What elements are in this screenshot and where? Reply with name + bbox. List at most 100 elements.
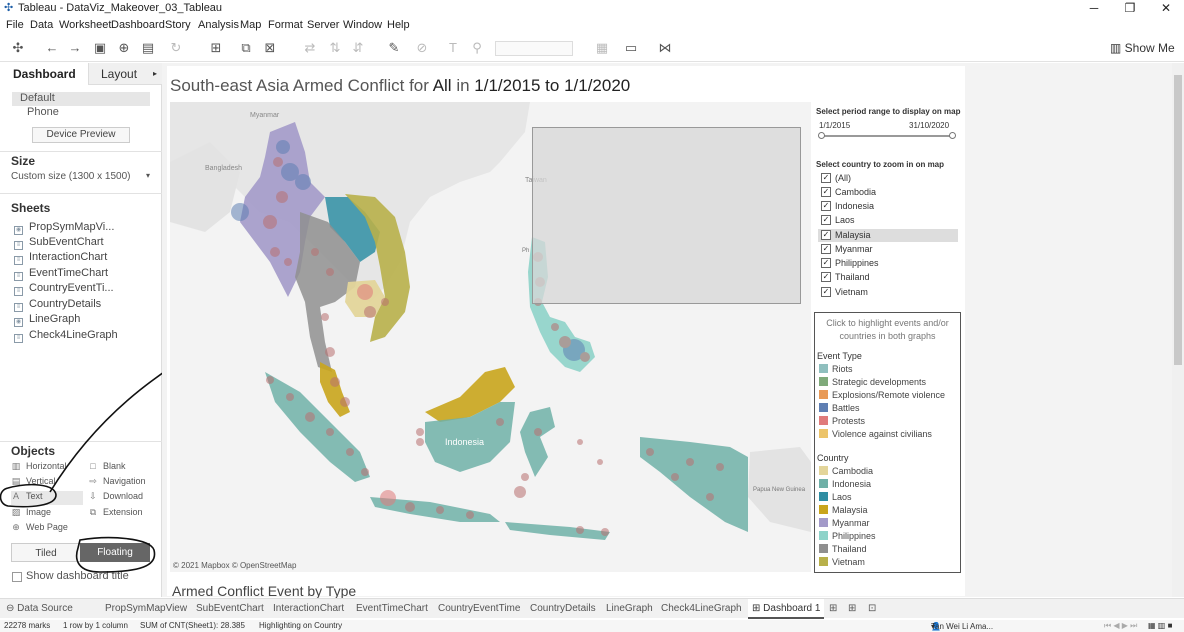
object-horizontal[interactable]: ▥ Horizontal [11, 461, 67, 475]
country-option[interactable]: ✓ Cambodia [818, 186, 958, 199]
save-icon[interactable]: ▣ [92, 40, 108, 56]
menu-map[interactable]: Map [240, 19, 261, 31]
country-option[interactable]: ✓ Vietnam [818, 286, 958, 299]
sheet-tab[interactable]: CountryEventTime [438, 599, 520, 619]
new-dashboard-tab-icon[interactable]: ⊞ [848, 599, 856, 619]
labels-icon[interactable]: T [445, 40, 461, 56]
country-option[interactable]: ✓ Philippines [818, 257, 958, 270]
size-dropdown[interactable]: Custom size (1300 x 1500) ▾ [11, 171, 152, 185]
view-toggle-icons[interactable]: ▦ ▥ ■ [1148, 621, 1172, 630]
floating-text-object[interactable] [532, 127, 801, 304]
legend-item[interactable]: Violence against civilians [819, 429, 932, 442]
sheet-item[interactable]: ≡ CountryEventTi... [14, 282, 114, 297]
sheet-tab[interactable]: LineGraph [606, 599, 653, 619]
object-download[interactable]: ⇩ Download [88, 491, 143, 505]
tab-dashboard-1[interactable]: ⊞ Dashboard 1 [748, 599, 825, 619]
legend-item[interactable]: Battles [819, 403, 860, 416]
device-phone[interactable]: Phone [12, 106, 150, 120]
floating-button[interactable]: Floating [80, 543, 150, 562]
sheet-navigation-icons[interactable]: ⏮ ◀ ▶ ⏭ [1104, 621, 1137, 631]
tab-layout[interactable]: Layout ▸ [88, 63, 162, 85]
tableau-home-icon[interactable]: ✣ [10, 40, 26, 56]
group-icon[interactable]: ⊘ [414, 40, 430, 56]
menu-help[interactable]: Help [387, 19, 410, 31]
scrollbar-thumb[interactable] [1174, 75, 1182, 365]
vertical-scrollbar[interactable] [1172, 63, 1184, 597]
legend-item[interactable]: Philippines [819, 531, 876, 544]
checkbox-checked-icon[interactable]: ✓ [821, 258, 831, 268]
sheet-item[interactable]: ≡ SubEventChart [14, 236, 104, 251]
period-slider-track[interactable] [821, 135, 953, 137]
checkbox-checked-icon[interactable]: ✓ [821, 230, 831, 240]
legend-item[interactable]: Cambodia [819, 466, 873, 479]
new-worksheet-icon[interactable]: ⊞ [208, 40, 224, 56]
tab-menu-caret-icon[interactable]: ▸ [153, 63, 157, 85]
maximize-button[interactable]: ❐ [1112, 0, 1148, 17]
country-option[interactable]: ✓ Myanmar [818, 243, 958, 256]
device-default[interactable]: Default [12, 92, 150, 106]
object-vertical[interactable]: ▤ Vertical [11, 476, 56, 490]
menu-server[interactable]: Server [307, 19, 339, 31]
object-blank[interactable]: □ Blank [88, 461, 125, 475]
sheet-item[interactable]: ≡ InteractionChart [14, 251, 107, 266]
tab-dashboard[interactable]: Dashboard [0, 63, 88, 85]
show-title-checkbox[interactable] [12, 572, 22, 582]
legend-item[interactable]: Vietnam [819, 557, 865, 570]
close-button[interactable]: ✕ [1148, 0, 1184, 17]
sheet-tab[interactable]: InteractionChart [273, 599, 344, 619]
pause-updates-icon[interactable]: ▤ [140, 40, 156, 56]
country-option[interactable]: ✓ Indonesia [818, 200, 958, 213]
checkbox-checked-icon[interactable]: ✓ [821, 215, 831, 225]
undo-icon[interactable]: ← [44, 40, 60, 56]
checkbox-checked-icon[interactable]: ✓ [821, 187, 831, 197]
object-extension[interactable]: ⧉ Extension [88, 507, 143, 521]
sheet-tab[interactable]: PropSymMapView [105, 599, 187, 619]
sheet-item[interactable]: ≡ EventTimeChart [14, 267, 108, 282]
pin-icon[interactable]: ⚲ [469, 40, 485, 56]
object-text[interactable]: A Text [11, 491, 83, 505]
clear-sheet-icon[interactable]: ⊠ [262, 40, 278, 56]
presentation-icon[interactable]: ▭ [623, 40, 639, 56]
country-option[interactable]: ✓ Laos [818, 214, 958, 227]
menu-file[interactable]: File [6, 19, 24, 31]
object-navigation[interactable]: ⇨ Navigation [88, 476, 145, 490]
menu-data[interactable]: Data [30, 19, 53, 31]
legend-item[interactable]: Explosions/Remote violence [819, 390, 945, 403]
menu-format[interactable]: Format [268, 19, 303, 31]
object-image[interactable]: ▨ Image [11, 507, 51, 521]
menu-window[interactable]: Window [343, 19, 382, 31]
refresh-icon[interactable]: ↻ [168, 40, 184, 56]
swap-icon[interactable]: ⇄ [302, 40, 318, 56]
new-data-source-icon[interactable]: ⊕ [116, 40, 132, 56]
checkbox-checked-icon[interactable]: ✓ [821, 201, 831, 211]
menu-dashboard[interactable]: Dashboard [111, 19, 165, 31]
legend-item[interactable]: Laos [819, 492, 852, 505]
checkbox-checked-icon[interactable]: ✓ [821, 272, 831, 282]
checkbox-checked-icon[interactable]: ✓ [821, 287, 831, 297]
sheet-item[interactable]: ◉ LineGraph [14, 313, 80, 328]
sheet-item[interactable]: ≡ Check4LineGraph [14, 329, 118, 344]
legend-item[interactable]: Indonesia [819, 479, 871, 492]
sort-ascending-icon[interactable]: ⇅ [327, 40, 343, 56]
checkbox-checked-icon[interactable]: ✓ [821, 244, 831, 254]
redo-icon[interactable]: → [67, 40, 83, 56]
sheet-tab[interactable]: CountryDetails [530, 599, 596, 619]
new-worksheet-tab-icon[interactable]: ⊞ [829, 599, 837, 619]
period-slider-end-handle[interactable] [949, 132, 956, 139]
share-icon[interactable]: ⋈ [657, 40, 673, 56]
new-story-tab-icon[interactable]: ⊡ [868, 599, 876, 619]
sheet-item[interactable]: ◉ PropSymMapVi... [14, 221, 114, 236]
sort-descending-icon[interactable]: ⇵ [350, 40, 366, 56]
country-option[interactable]: ✓ (All) [818, 172, 958, 185]
sheet-tab[interactable]: EventTimeChart [356, 599, 428, 619]
sheet-tab[interactable]: SubEventChart [196, 599, 264, 619]
show-me-button[interactable]: ▥ Show Me [1110, 41, 1175, 55]
highlight-icon[interactable]: ✎ [386, 40, 402, 56]
sheet-item[interactable]: ≡ CountryDetails [14, 298, 101, 313]
tiled-button[interactable]: Tiled [11, 543, 81, 562]
fit-dropdown[interactable] [495, 41, 573, 56]
legend-item[interactable]: Malaysia [819, 505, 868, 518]
menu-analysis[interactable]: Analysis [198, 19, 239, 31]
legend-item[interactable]: Thailand [819, 544, 867, 557]
legend-item[interactable]: Riots [819, 364, 853, 377]
